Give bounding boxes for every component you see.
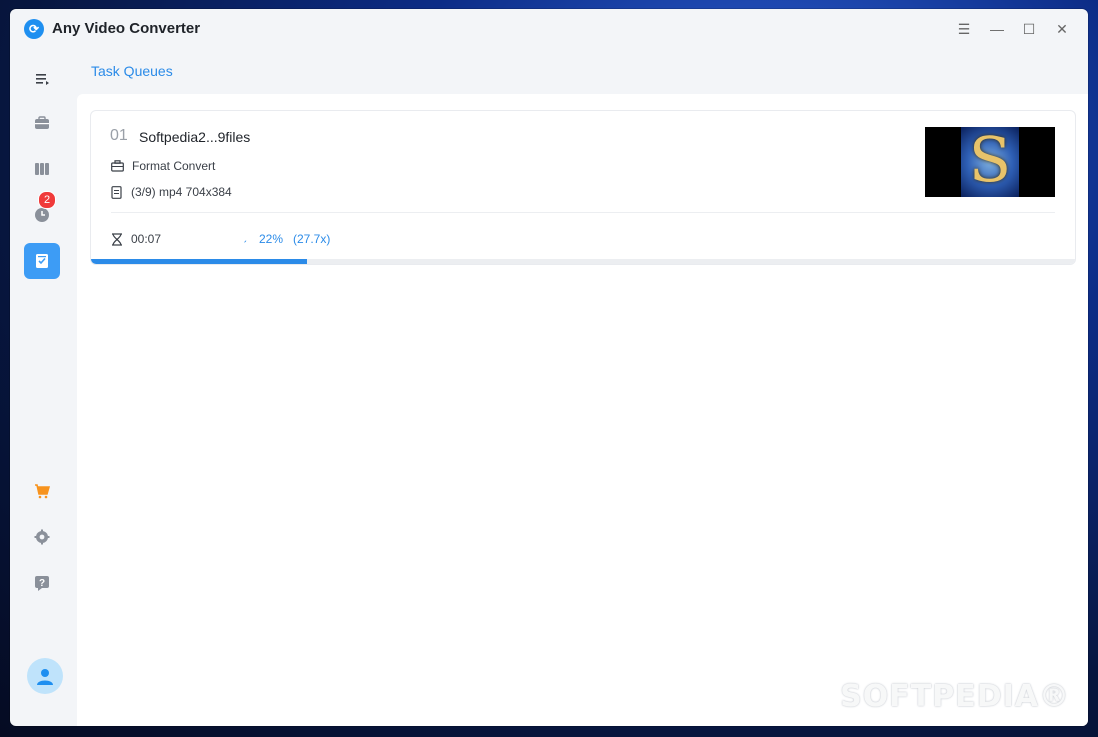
elapsed-time: 00:07 [131,232,162,246]
cart-icon [35,484,50,499]
gear-icon [34,529,50,545]
task-type-row: Format Convert [111,159,215,173]
history-badge: 2 [38,191,56,209]
page-title: Task Queues [91,63,173,79]
thumbnail-letter: S [968,123,1012,196]
title-bar: ⟳ Any Video Converter ☰ — ☐ ✕ [10,9,1088,49]
sidebar-item-task-queues[interactable] [24,243,60,279]
task-type: Format Convert [132,159,216,173]
menu-toggle-button[interactable] [24,61,60,97]
close-icon[interactable]: ✕ [1053,20,1071,38]
sidebar-item-help[interactable]: ? [24,565,60,601]
question-icon: ? [35,576,49,591]
progress-bar-fill [91,259,308,264]
sidebar-item-library[interactable] [24,151,60,187]
user-icon [37,669,53,685]
task-details-row: (3/9) mp4 704x384 [111,185,232,199]
clock-icon [35,208,49,222]
briefcase-icon [111,160,124,172]
maximize-icon[interactable]: ☐ [1020,20,1038,38]
svg-text:?: ? [39,578,45,589]
task-list: 01 Softpedia2...9files Format Convert (3… [77,94,1088,726]
softpedia-watermark: SOFTPEDIA® [840,679,1070,714]
task-card[interactable]: 01 Softpedia2...9files Format Convert (3… [90,110,1076,265]
sidebar-item-toolbox[interactable] [24,105,60,141]
app-title: Any Video Converter [52,20,201,37]
app-window: ⟳ Any Video Converter ☰ — ☐ ✕ 2 ? Task Q… [10,9,1088,726]
list-icon [36,74,49,85]
file-icon [111,185,122,199]
task-details: (3/9) mp4 704x384 [131,185,232,199]
minimize-icon[interactable]: — [988,20,1006,38]
progress-percent: 22% [259,232,284,246]
elapsed-row: 00:07 [111,232,161,246]
conversion-speed: (27.7x) [293,232,331,246]
progress-bar [91,259,1075,264]
briefcase-icon [35,116,49,129]
app-logo-icon: ⟳ [24,19,44,39]
sidebar-item-settings[interactable] [24,519,60,555]
avatar[interactable] [27,658,63,694]
columns-icon [35,163,49,175]
task-name: Softpedia2...9files [139,129,251,145]
sidebar-item-store[interactable] [24,473,60,509]
thumbnail-image: S [961,123,1019,197]
loading-spinner-icon: ˏ [243,229,247,243]
checklist-icon [36,254,48,268]
sidebar-item-history[interactable]: 2 [24,191,60,233]
hourglass-icon [112,232,122,246]
sidebar: 2 ? [10,49,76,726]
video-thumbnail: S [925,123,1055,197]
divider [111,212,1055,213]
menu-icon[interactable]: ☰ [955,20,973,38]
task-index: 01 [110,127,128,144]
